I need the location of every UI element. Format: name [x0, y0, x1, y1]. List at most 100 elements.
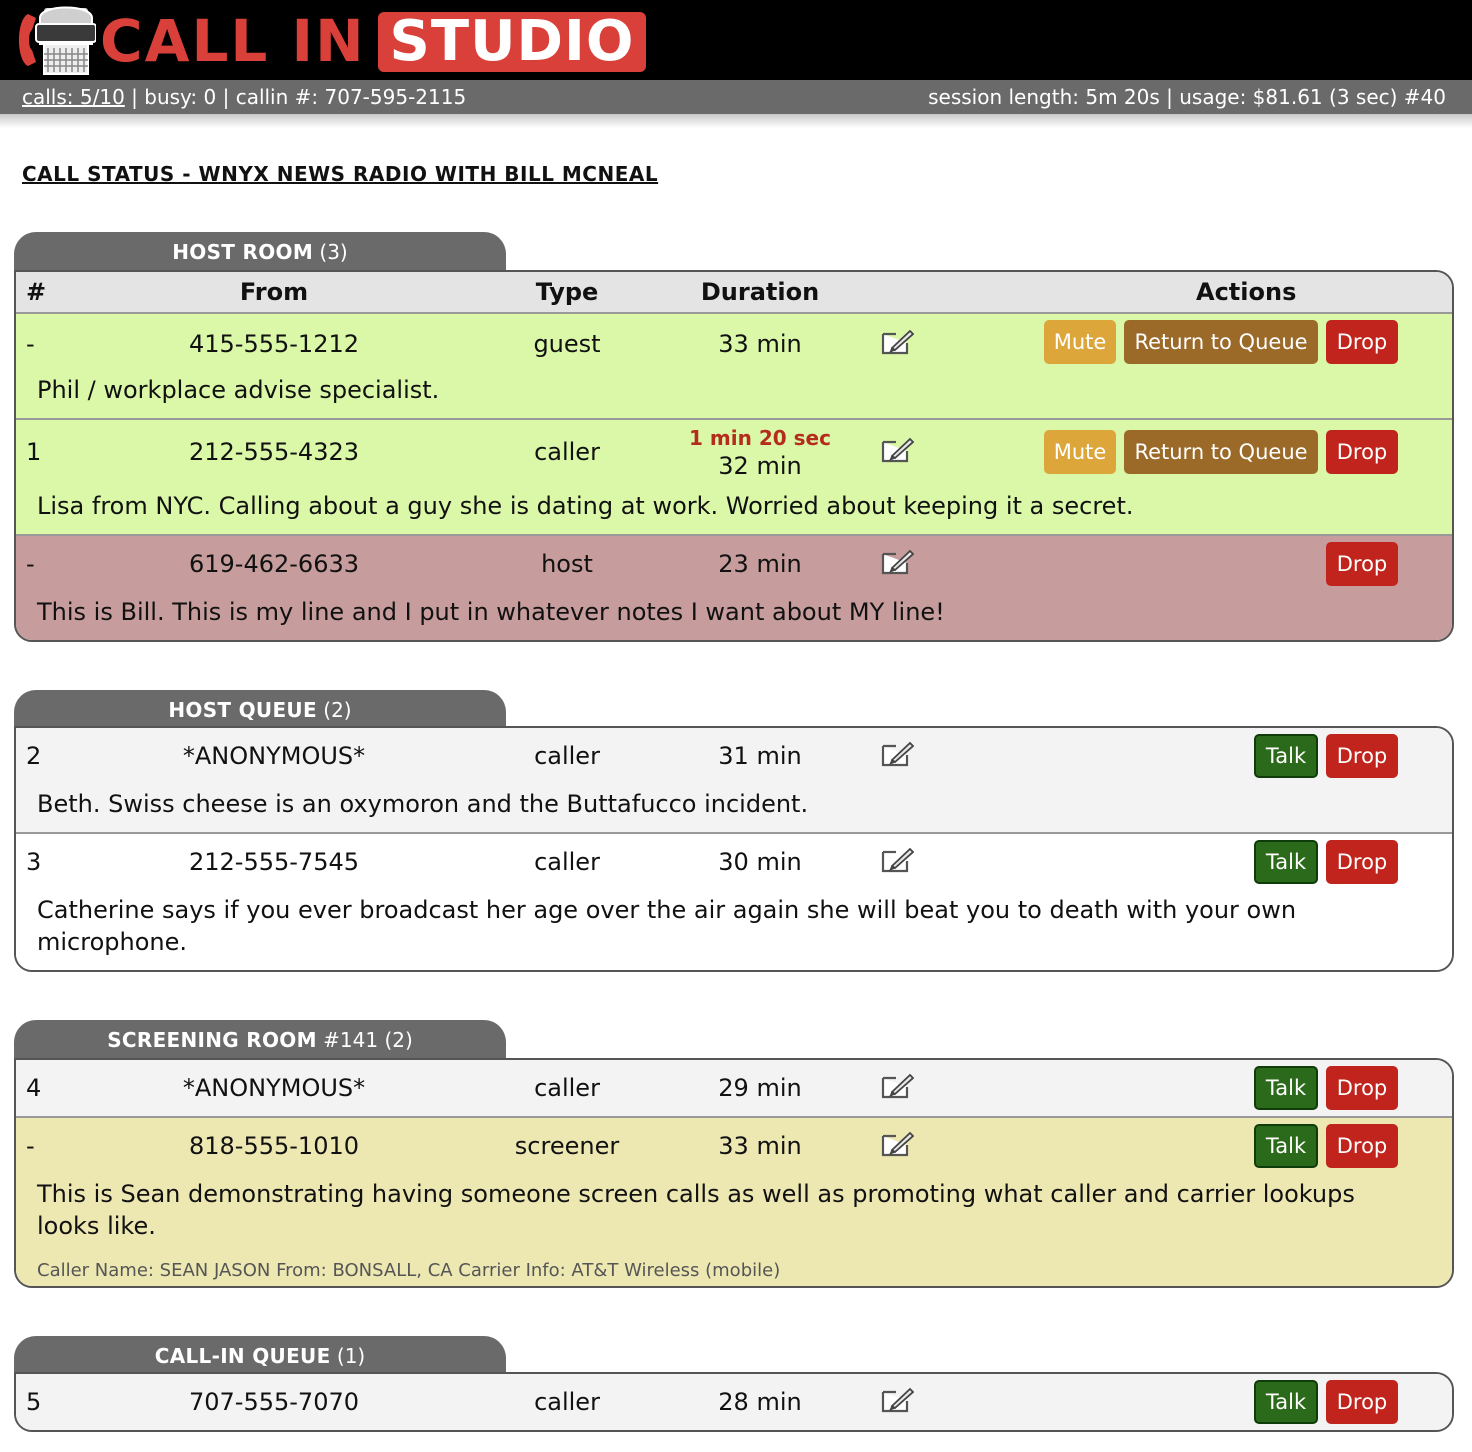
column-duration: Duration	[700, 278, 820, 306]
row-from: 212-555-7545	[188, 848, 359, 876]
row-type: host	[541, 550, 593, 578]
status-left: calls: 5/10 | busy: 0 | callin #: 707-59…	[22, 80, 466, 114]
talk-button[interactable]: Talk	[1254, 840, 1318, 884]
row-type: screener	[514, 1132, 620, 1160]
row-notes: Phil / workplace advise specialist.	[37, 376, 440, 404]
edit-note-icon[interactable]	[880, 740, 914, 768]
row-from: 212-555-4323	[188, 438, 359, 466]
edit-note-icon[interactable]	[880, 1130, 914, 1158]
return-to-queue-button[interactable]: Return to Queue	[1124, 430, 1318, 474]
drop-button[interactable]: Drop	[1326, 1380, 1398, 1424]
drop-button[interactable]: Drop	[1326, 734, 1398, 778]
row-from: *ANONYMOUS*	[182, 742, 366, 770]
host-queue-title: HOST QUEUE	[168, 698, 317, 722]
row-duration: 32 min	[718, 452, 802, 480]
column-num: #	[26, 278, 47, 306]
screening-room-title: SCREENING ROOM	[107, 1028, 317, 1052]
calls-link[interactable]: calls: 5/10	[22, 85, 125, 109]
on-air-timer: 1 min 20 sec	[689, 426, 831, 450]
row-from: 818-555-1010	[188, 1132, 359, 1160]
table-row: - 818-555-1010 screener 33 min Talk Drop…	[16, 1118, 1452, 1286]
row-duration: 33 min	[718, 1132, 802, 1160]
session-usage: session length: 5m 20s | usage: $81.61 (…	[928, 85, 1446, 109]
row-type: caller	[534, 1074, 600, 1102]
microphone-phone-logo-icon	[19, 6, 96, 75]
host-queue-count: (2)	[323, 698, 352, 722]
screening-room-tab: SCREENING ROOM #141 (2)	[14, 1020, 506, 1060]
status-busy-callin: | busy: 0 | callin #: 707-595-2115	[124, 85, 467, 109]
row-num: 3	[26, 848, 42, 876]
caller-lookup-info: Caller Name: SEAN JASON From: BONSALL, C…	[37, 1260, 781, 1281]
row-notes: Catherine says if you ever broadcast her…	[37, 896, 1297, 956]
row-num: 4	[26, 1074, 42, 1102]
row-from: *ANONYMOUS*	[182, 1074, 366, 1102]
row-type: caller	[534, 848, 600, 876]
row-type: guest	[533, 330, 601, 358]
table-row: - 619-462-6633 host 23 min Drop This is …	[16, 536, 1452, 640]
edit-note-icon[interactable]	[880, 1386, 914, 1414]
status-bar: calls: 5/10 | busy: 0 | callin #: 707-59…	[0, 80, 1472, 114]
row-duration: 33 min	[718, 330, 802, 358]
table-row: 4 *ANONYMOUS* caller 29 min Talk Drop	[16, 1060, 1452, 1118]
page-title: CALL STATUS - WNYX NEWS RADIO WITH BILL …	[22, 162, 659, 186]
host-room-table: # From Type Duration Actions - 415-555-1…	[14, 270, 1454, 642]
row-from: 619-462-6633	[188, 550, 359, 578]
host-queue-tab: HOST QUEUE (2)	[14, 690, 506, 730]
table-header: # From Type Duration Actions	[16, 272, 1452, 314]
logo-call-text: CALL IN	[100, 7, 366, 75]
row-notes: Lisa from NYC. Calling about a guy she i…	[37, 492, 1134, 520]
row-num: -	[26, 330, 35, 358]
row-duration: 23 min	[718, 550, 802, 578]
callin-queue-title: CALL-IN QUEUE	[154, 1344, 331, 1368]
drop-button[interactable]: Drop	[1326, 1066, 1398, 1110]
row-duration: 30 min	[718, 848, 802, 876]
talk-button[interactable]: Talk	[1254, 1124, 1318, 1168]
row-notes: Beth. Swiss cheese is an oxymoron and th…	[37, 790, 809, 818]
screening-room-table: 4 *ANONYMOUS* caller 29 min Talk Drop - …	[14, 1058, 1454, 1288]
table-row: 1 212-555-4323 caller 1 min 20 sec 32 mi…	[16, 420, 1452, 536]
row-type: caller	[534, 1388, 600, 1416]
host-room-count: (3)	[319, 240, 348, 264]
talk-button[interactable]: Talk	[1254, 1380, 1318, 1424]
row-type: caller	[534, 438, 600, 466]
talk-button[interactable]: Talk	[1254, 1066, 1318, 1110]
column-from: From	[239, 278, 309, 306]
callin-queue-tab: CALL-IN QUEUE (1)	[14, 1336, 506, 1376]
logo-studio-text: STUDIO	[378, 12, 646, 72]
drop-button[interactable]: Drop	[1326, 320, 1398, 364]
callin-queue-table: 5 707-555-7070 caller 28 min Talk Drop	[14, 1372, 1454, 1432]
table-row: 5 707-555-7070 caller 28 min Talk Drop	[16, 1374, 1452, 1430]
row-type: caller	[534, 742, 600, 770]
row-notes: This is Bill. This is my line and I put …	[37, 598, 945, 626]
table-row: - 415-555-1212 guest 33 min Mute Return …	[16, 314, 1452, 420]
row-duration: 29 min	[718, 1074, 802, 1102]
edit-note-icon[interactable]	[880, 328, 914, 356]
edit-note-icon[interactable]	[880, 846, 914, 874]
drop-button[interactable]: Drop	[1326, 840, 1398, 884]
row-num: -	[26, 550, 35, 578]
edit-note-icon[interactable]	[880, 548, 914, 576]
table-row: 2 *ANONYMOUS* caller 31 min Talk Drop Be…	[16, 728, 1452, 834]
talk-button[interactable]: Talk	[1254, 734, 1318, 778]
row-num: 2	[26, 742, 42, 770]
edit-note-icon[interactable]	[880, 1072, 914, 1100]
row-from: 707-555-7070	[188, 1388, 359, 1416]
row-from: 415-555-1212	[188, 330, 359, 358]
table-row: 3 212-555-7545 caller 30 min Talk Drop C…	[16, 834, 1452, 970]
edit-note-icon[interactable]	[880, 436, 914, 464]
mute-button[interactable]: Mute	[1044, 430, 1116, 474]
callin-queue-count: (1)	[336, 1344, 366, 1368]
row-notes: This is Sean demonstrating having someon…	[37, 1180, 1355, 1240]
app-header: CALL IN STUDIO	[0, 0, 1472, 80]
row-num: 5	[26, 1388, 42, 1416]
column-actions: Actions	[1196, 278, 1297, 306]
mute-button[interactable]: Mute	[1044, 320, 1116, 364]
drop-button[interactable]: Drop	[1326, 542, 1398, 586]
row-num: -	[26, 1132, 35, 1160]
drop-button[interactable]: Drop	[1326, 430, 1398, 474]
screening-room-count: #141 (2)	[323, 1028, 413, 1052]
drop-button[interactable]: Drop	[1326, 1124, 1398, 1168]
header-shadow	[0, 114, 1472, 128]
row-duration: 28 min	[718, 1388, 802, 1416]
return-to-queue-button[interactable]: Return to Queue	[1124, 320, 1318, 364]
